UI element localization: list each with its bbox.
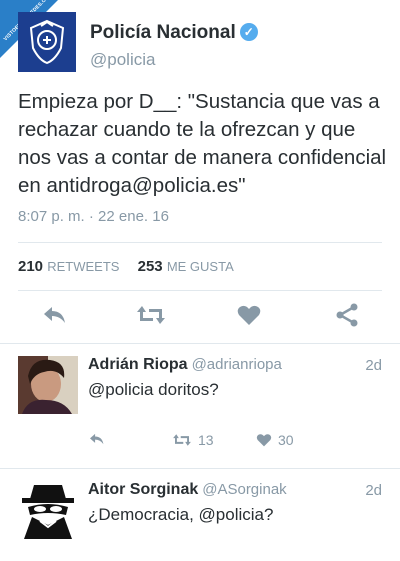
divider <box>18 290 382 291</box>
retweet-icon <box>137 306 165 324</box>
retweet-button[interactable]: 13 <box>172 432 214 448</box>
reply-author-handle: @adrianriopa <box>191 356 282 373</box>
user-photo-icon <box>18 356 78 414</box>
reply-time[interactable]: 2d <box>365 482 382 499</box>
reply-author-name: Adrián Riopa <box>88 356 188 373</box>
reply-author[interactable]: Aitor Sorginak @ASorginak <box>88 481 287 499</box>
heart-icon <box>237 305 261 325</box>
retweet-count[interactable]: 210 <box>18 258 43 275</box>
avatar[interactable] <box>18 481 78 539</box>
like-button[interactable]: 30 <box>256 432 294 448</box>
reply-button[interactable] <box>40 300 70 330</box>
reply-author-handle: @ASorginak <box>202 481 287 498</box>
like-count[interactable]: 253 <box>138 258 163 275</box>
reply-author[interactable]: Adrián Riopa @adrianriopa <box>88 356 282 374</box>
retweet-icon <box>173 434 191 446</box>
reply-item[interactable]: Adrián Riopa @adrianriopa 2d @policia dor… <box>0 344 400 468</box>
reply-actions: 13 30 <box>88 432 388 452</box>
tweet-text: Empieza por D__: "Sustancia que vas a re… <box>18 90 387 197</box>
reply-icon <box>44 307 65 323</box>
reply-retweet-count: 13 <box>198 432 214 448</box>
avatar[interactable] <box>18 356 78 414</box>
verified-icon: ✓ <box>239 23 258 41</box>
account-name[interactable]: Policía Nacional ✓ <box>90 22 258 44</box>
reply-icon <box>90 433 104 445</box>
reply-like-count: 30 <box>278 432 294 448</box>
tweet-stats: 210 RETWEETS 253 ME GUSTA <box>18 258 248 275</box>
reply-text: @policia doritos? <box>88 380 219 399</box>
share-icon <box>336 303 358 327</box>
tweet-timestamp[interactable]: 8:07 p. m. · 22 ene. 16 <box>18 208 169 225</box>
account-name-text: Policía Nacional <box>90 22 236 43</box>
like-button[interactable] <box>234 300 264 330</box>
reply-author-name: Aitor Sorginak <box>88 481 199 498</box>
account-handle[interactable]: @policia <box>90 50 155 70</box>
like-label: ME GUSTA <box>166 259 234 274</box>
retweet-button[interactable] <box>136 300 166 330</box>
reply-time[interactable]: 2d <box>365 357 382 374</box>
reply-item[interactable]: Aitor Sorginak @ASorginak 2d ¿Democracia,… <box>0 469 400 561</box>
spy-cartoon-icon <box>18 481 78 539</box>
police-badge-icon <box>29 19 65 65</box>
reply-text: ¿Democracia, @policia? <box>88 505 274 524</box>
avatar[interactable] <box>18 12 76 72</box>
retweet-label: RETWEETS <box>47 259 120 274</box>
reply-button[interactable] <box>88 432 106 446</box>
heart-icon <box>256 434 272 447</box>
share-button[interactable] <box>332 300 362 330</box>
tweet-actions <box>0 300 400 332</box>
divider <box>18 242 382 243</box>
